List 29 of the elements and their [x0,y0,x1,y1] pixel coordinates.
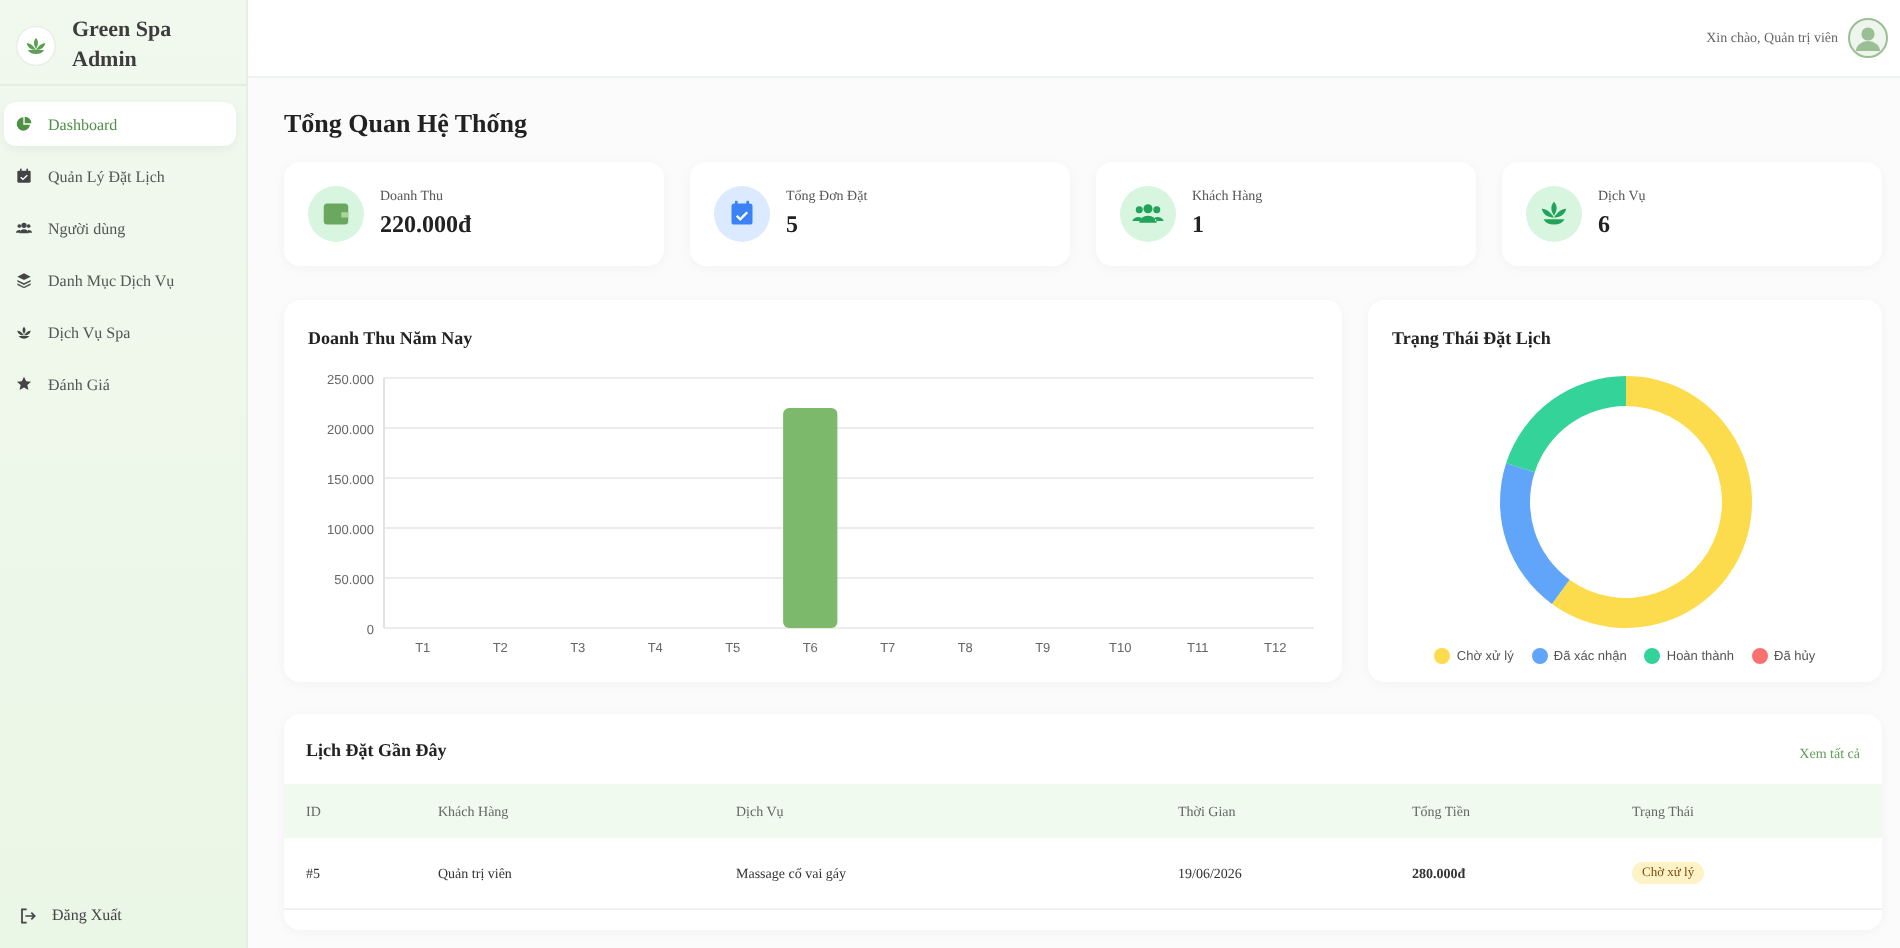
sidebar-item[interactable]: Dashboard [4,102,236,146]
table-title: Lịch Đặt Gần Đây [306,740,447,760]
chart-title: Trạng Thái Đặt Lịch [1392,328,1553,348]
users-icon [16,220,32,236]
lotus-icon [16,324,32,340]
page-title: Tổng Quan Hệ Thống [284,108,530,140]
sidebar-item[interactable]: Đánh Giá [4,362,236,406]
chart-title: Doanh Thu Năm Nay [308,328,475,348]
wallet-icon [308,186,364,242]
brand-name: Green Spa Admin [72,16,174,76]
logout-link[interactable]: Đăng Xuất [0,906,246,948]
calendar-icon [16,168,32,184]
stat-value: 6 [1598,210,1612,240]
sidebar-item[interactable]: Dịch Vụ Spa [4,310,236,354]
lotus-icon [1526,186,1582,242]
stat-value: 1 [1192,210,1206,240]
layers-icon [16,272,32,288]
logout-icon [20,907,36,923]
pie-chart-icon [16,116,32,132]
avatar-icon[interactable] [1848,18,1888,58]
star-icon [16,376,32,392]
lotus-logo-icon [16,26,56,66]
sidebar-item[interactable]: Quản Lý Đặt Lịch [4,154,236,198]
stat-value: 5 [786,210,800,240]
calendar-icon [714,186,770,242]
users-icon [1120,186,1176,242]
sidebar-item[interactable]: Danh Mục Dịch Vụ [4,258,236,302]
sidebar-item[interactable]: Người dùng [4,206,236,250]
stat-value: 220.000đ [380,210,472,240]
